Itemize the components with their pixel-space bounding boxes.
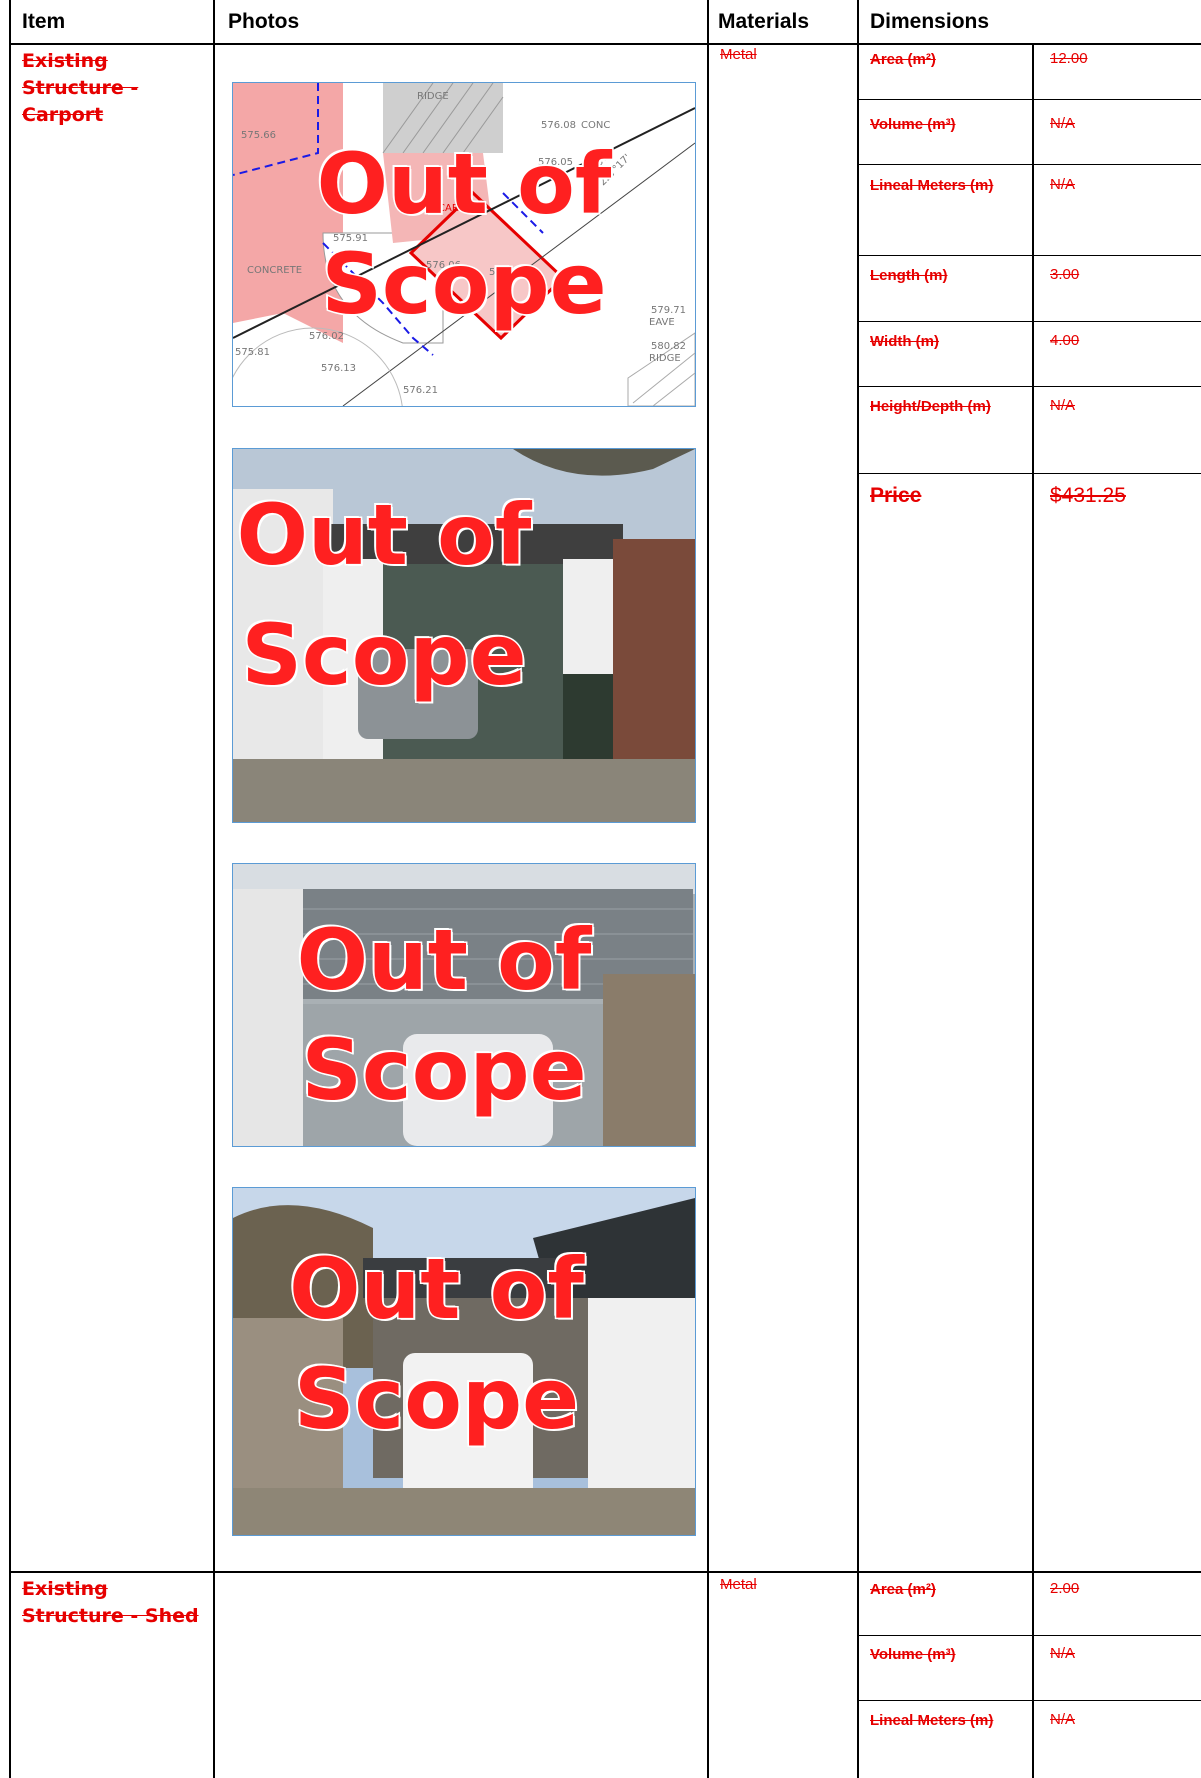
- dim-label-width: Width (m): [870, 333, 940, 350]
- dim-value-width: 4.00: [1050, 332, 1080, 349]
- plan-level: 576.21: [403, 385, 438, 396]
- column-divider-photos: [707, 0, 709, 1778]
- dim-divider: [858, 321, 1201, 322]
- dim-value-area: 2.00: [1050, 1580, 1080, 1597]
- plan-level: 576.13: [321, 363, 356, 374]
- item-name-carport: Existing Structure - Carport: [22, 50, 139, 126]
- site-plan-photo: RIDGE CONC CARPORT CONCRETE EAVE RIDGE W…: [232, 82, 696, 407]
- out-of-scope-stamp-line1: Out of: [315, 135, 613, 233]
- dim-divider: [858, 1700, 1201, 1701]
- dim-value-volume: N/A: [1050, 1645, 1076, 1662]
- carport-interior-photo: Out of Scope: [232, 863, 696, 1147]
- row-divider: [9, 1571, 1201, 1573]
- header-photos: Photos: [228, 10, 300, 33]
- plan-level: 576.08: [541, 120, 576, 131]
- material-shed: Metal: [720, 1576, 757, 1593]
- plan-label-conc: CONC: [581, 120, 610, 131]
- price-value: $431.25: [1050, 484, 1126, 507]
- dim-label-length: Length (m): [870, 267, 948, 284]
- out-of-scope-stamp-line2: Scope: [300, 1021, 588, 1119]
- dim-divider: [858, 1635, 1201, 1636]
- dim-value-lineal-meters: N/A: [1050, 1711, 1076, 1728]
- out-of-scope-stamp-line2: Scope: [320, 235, 608, 333]
- header-item: Item: [22, 10, 66, 33]
- plan-label-ridge-right: RIDGE: [649, 353, 681, 364]
- dim-label-area: Area (m²): [870, 51, 936, 68]
- plan-level: 575.81: [235, 347, 270, 358]
- dim-value-lineal-meters: N/A: [1050, 176, 1076, 193]
- dim-value-length: 3.00: [1050, 266, 1080, 283]
- out-of-scope-stamp-line1: Out of: [235, 486, 533, 584]
- item-name-shed: Existing Structure - Shed: [22, 1578, 199, 1627]
- carport-rear-photo: Out of Scope: [232, 1187, 696, 1536]
- column-divider-dimension-values: [1032, 44, 1034, 1778]
- dim-value-area: 12.00: [1050, 50, 1088, 67]
- plan-level: 580.82: [651, 341, 686, 352]
- price-label: Price: [870, 484, 922, 507]
- dim-label-volume: Volume (m³): [870, 1646, 956, 1663]
- column-divider-left-edge: [9, 0, 11, 1778]
- dim-divider: [858, 255, 1201, 256]
- dim-divider: [858, 386, 1201, 387]
- dim-divider: [858, 99, 1201, 100]
- out-of-scope-stamp-line2: Scope: [240, 606, 528, 704]
- dim-label-lineal-meters: Lineal Meters (m): [870, 1712, 994, 1729]
- dim-value-height-depth: N/A: [1050, 397, 1076, 414]
- dim-label-volume: Volume (m³): [870, 116, 956, 133]
- carport-front-photo: Out of Scope: [232, 448, 696, 823]
- header-divider: [9, 43, 1201, 45]
- dim-value-volume: N/A: [1050, 115, 1076, 132]
- out-of-scope-stamp-line1: Out of: [288, 1240, 586, 1338]
- dim-divider: [858, 473, 1201, 474]
- column-divider-item: [213, 0, 215, 1778]
- material-carport: Metal: [720, 46, 757, 63]
- dim-divider: [858, 164, 1201, 165]
- out-of-scope-stamp-line1: Out of: [295, 911, 593, 1009]
- column-divider-materials: [857, 0, 859, 1778]
- header-materials: Materials: [718, 10, 810, 33]
- dim-label-height-depth: Height/Depth (m): [870, 398, 991, 415]
- header-dimensions: Dimensions: [870, 10, 990, 33]
- out-of-scope-stamp-line2: Scope: [292, 1350, 580, 1448]
- dim-label-lineal-meters: Lineal Meters (m): [870, 177, 994, 194]
- plan-label-ridge: RIDGE: [417, 91, 449, 102]
- dim-label-area: Area (m²): [870, 1581, 936, 1598]
